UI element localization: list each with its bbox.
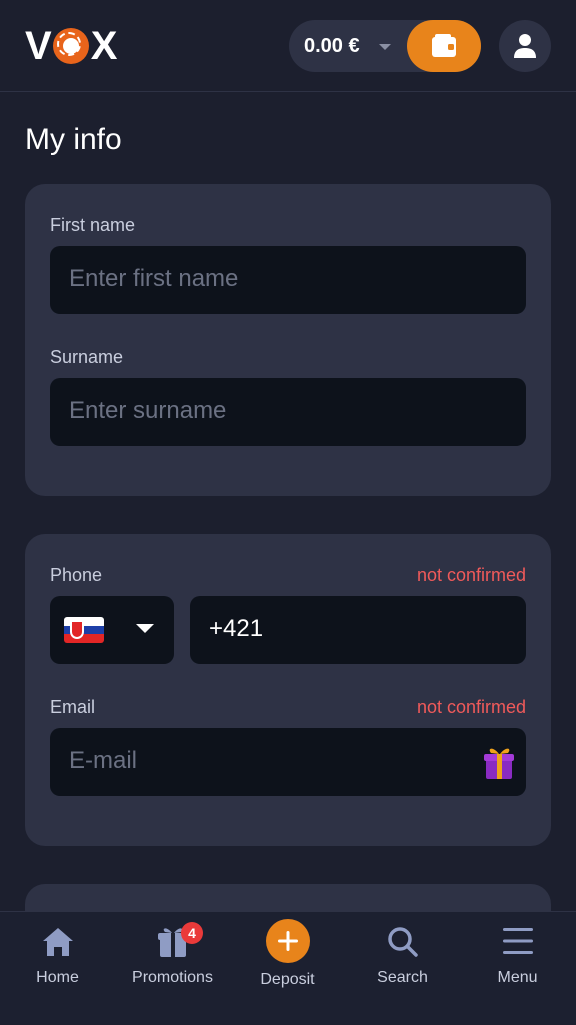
nav-search[interactable]: Search bbox=[345, 912, 460, 1025]
search-icon bbox=[387, 927, 418, 957]
balance-amount: 0.00 € bbox=[304, 35, 360, 57]
chevron-down-icon bbox=[379, 44, 391, 50]
surname-label: Surname bbox=[50, 347, 124, 367]
gift-icon[interactable] bbox=[483, 744, 515, 780]
contact-info-card: Phone not confirmed +421 Email not confi… bbox=[25, 534, 551, 846]
email-input[interactable]: E-mail bbox=[50, 728, 526, 796]
phone-label: Phone bbox=[50, 565, 103, 585]
nav-deposit-label: Deposit bbox=[260, 971, 315, 988]
nav-promotions-label: Promotions bbox=[132, 969, 213, 986]
wallet-icon bbox=[432, 34, 456, 57]
nav-menu[interactable]: Menu bbox=[460, 912, 575, 1025]
nav-home[interactable]: Home bbox=[0, 912, 115, 1025]
country-code-select[interactable] bbox=[50, 596, 174, 664]
promotions-badge: 4 bbox=[181, 922, 203, 944]
poker-chip-icon bbox=[52, 28, 89, 64]
email-placeholder: E-mail bbox=[69, 747, 138, 774]
first-name-input[interactable]: Enter first name bbox=[50, 246, 526, 314]
vox-logo[interactable]: V X bbox=[25, 26, 117, 66]
phone-input[interactable]: +421 bbox=[190, 596, 526, 664]
nav-search-label: Search bbox=[377, 969, 428, 986]
personal-info-card: First name Enter first name Surname Ente… bbox=[25, 184, 551, 496]
nav-promotions[interactable]: 4 Promotions bbox=[115, 912, 230, 1025]
wallet-button[interactable] bbox=[407, 20, 481, 72]
top-header: V X 0.00 € bbox=[0, 0, 576, 92]
bottom-navigation: Home 4 Promotions Deposit Search Menu bbox=[0, 911, 576, 1024]
profile-button[interactable] bbox=[499, 20, 551, 72]
deposit-button bbox=[265, 919, 310, 963]
nav-deposit[interactable]: Deposit bbox=[230, 912, 345, 1025]
surname-input[interactable]: Enter surname bbox=[50, 378, 526, 446]
email-status: not confirmed bbox=[416, 697, 526, 717]
page-title: My info bbox=[25, 123, 122, 156]
user-icon bbox=[514, 34, 536, 58]
home-icon bbox=[42, 928, 73, 956]
hamburger-icon bbox=[502, 928, 533, 954]
email-label: Email bbox=[50, 697, 96, 717]
phone-status: not confirmed bbox=[416, 565, 526, 585]
slovakia-flag-icon bbox=[64, 617, 104, 643]
chevron-down-icon bbox=[136, 624, 154, 633]
first-name-label: First name bbox=[50, 215, 136, 235]
nav-menu-label: Menu bbox=[497, 969, 538, 986]
plus-icon bbox=[277, 931, 298, 951]
nav-home-label: Home bbox=[36, 969, 79, 986]
